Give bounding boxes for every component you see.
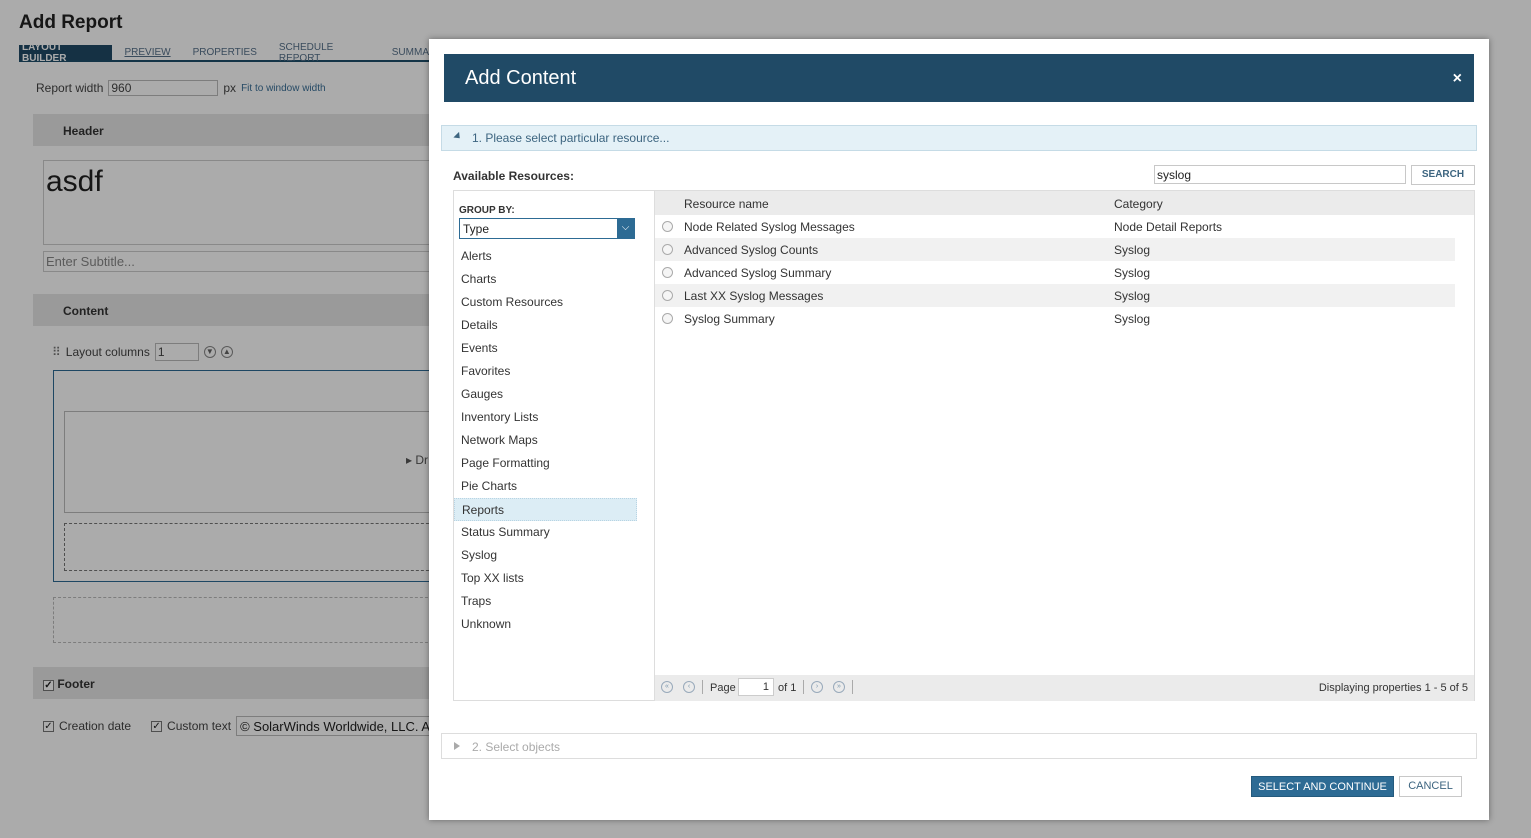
pager: « ‹ Page 1 of 1 › » Displaying propertie… — [655, 675, 1474, 701]
first-page-icon[interactable]: « — [661, 681, 673, 693]
row-name: Advanced Syslog Summary — [684, 266, 832, 280]
table-row[interactable]: Advanced Syslog Counts Syslog — [655, 238, 1455, 261]
pager-divider — [803, 680, 804, 694]
available-resources-label: Available Resources: — [453, 169, 574, 183]
expand-arrow-icon — [453, 131, 463, 142]
table-row[interactable]: Advanced Syslog Summary Syslog — [655, 261, 1455, 284]
collapse-arrow-icon — [454, 742, 460, 750]
row-category: Syslog — [1114, 243, 1151, 257]
type-item-custom-resources[interactable]: Custom Resources — [454, 291, 654, 314]
table-row[interactable]: Node Related Syslog Messages Node Detail… — [655, 215, 1455, 238]
type-item-gauges[interactable]: Gauges — [454, 383, 654, 406]
table-row[interactable]: Syslog Summary Syslog — [655, 307, 1455, 330]
search-input[interactable]: syslog — [1154, 165, 1406, 184]
group-by-label: GROUP BY: — [459, 205, 515, 216]
pager-display-text: Displaying properties 1 - 5 of 5 — [1318, 682, 1468, 694]
type-item-alerts[interactable]: Alerts — [454, 245, 654, 268]
row-category: Syslog — [1114, 266, 1151, 280]
row-radio[interactable] — [662, 267, 673, 278]
next-page-icon[interactable]: › — [811, 681, 823, 693]
group-by-select[interactable]: Type ⌵ — [459, 218, 635, 239]
type-item-reports[interactable]: Reports — [454, 498, 637, 521]
page-of-label: of 1 — [778, 682, 797, 694]
row-category: Node Detail Reports — [1114, 220, 1223, 234]
type-item-inventory-lists[interactable]: Inventory Lists — [454, 406, 654, 429]
type-item-charts[interactable]: Charts — [454, 268, 654, 291]
type-item-status-summary[interactable]: Status Summary — [454, 521, 654, 544]
step-select-resource[interactable]: 1. Please select particular resource... — [441, 125, 1477, 151]
type-item-events[interactable]: Events — [454, 337, 654, 360]
last-page-icon[interactable]: » — [833, 681, 845, 693]
type-item-favorites[interactable]: Favorites — [454, 360, 654, 383]
row-name: Last XX Syslog Messages — [684, 289, 824, 303]
row-category: Syslog — [1114, 289, 1151, 303]
step2-label: 2. Select objects — [472, 740, 561, 754]
type-item-network-maps[interactable]: Network Maps — [454, 429, 654, 452]
type-list: Alerts Charts Custom Resources Details E… — [454, 245, 654, 636]
pager-divider — [702, 680, 703, 694]
dialog-header: Add Content × — [444, 54, 1474, 102]
row-category: Syslog — [1114, 312, 1151, 326]
row-name: Node Related Syslog Messages — [684, 220, 855, 234]
type-item-page-formatting[interactable]: Page Formatting — [454, 452, 654, 475]
page-label: Page — [710, 682, 736, 694]
row-radio[interactable] — [662, 221, 673, 232]
prev-page-icon[interactable]: ‹ — [683, 681, 695, 693]
column-header-category[interactable]: Category — [1114, 197, 1163, 211]
page-number-input[interactable]: 1 — [738, 678, 774, 696]
step1-label: 1. Please select particular resource... — [472, 131, 670, 145]
type-item-details[interactable]: Details — [454, 314, 654, 337]
column-header-resource-name[interactable]: Resource name — [684, 197, 769, 211]
grid-header: Resource name Category — [655, 191, 1474, 215]
group-by-value: Type — [463, 222, 490, 236]
cancel-button[interactable]: CANCEL — [1399, 776, 1462, 797]
chevron-down-icon: ⌵ — [617, 219, 634, 238]
type-item-pie-charts[interactable]: Pie Charts — [454, 475, 654, 498]
grid-rows: Node Related Syslog Messages Node Detail… — [655, 215, 1455, 330]
type-item-traps[interactable]: Traps — [454, 590, 654, 613]
row-radio[interactable] — [662, 244, 673, 255]
row-radio[interactable] — [662, 290, 673, 301]
dialog-title: Add Content — [465, 67, 577, 89]
search-button[interactable]: SEARCH — [1411, 165, 1475, 185]
pager-divider — [852, 680, 853, 694]
select-and-continue-button[interactable]: SELECT AND CONTINUE — [1251, 776, 1394, 797]
resource-grid: Resource name Category Node Related Sysl… — [655, 190, 1475, 701]
row-name: Advanced Syslog Counts — [684, 243, 819, 257]
row-name: Syslog Summary — [684, 312, 775, 326]
close-icon[interactable]: × — [1453, 70, 1462, 88]
group-by-panel: GROUP BY: Type ⌵ Alerts Charts Custom Re… — [453, 190, 655, 701]
type-item-syslog[interactable]: Syslog — [454, 544, 654, 567]
step-select-objects[interactable]: 2. Select objects — [441, 733, 1477, 759]
row-radio[interactable] — [662, 313, 673, 324]
table-row[interactable]: Last XX Syslog Messages Syslog — [655, 284, 1455, 307]
type-item-unknown[interactable]: Unknown — [454, 613, 654, 636]
type-item-top-xx-lists[interactable]: Top XX lists — [454, 567, 654, 590]
add-content-dialog: Add Content × 1. Please select particula… — [429, 39, 1489, 820]
